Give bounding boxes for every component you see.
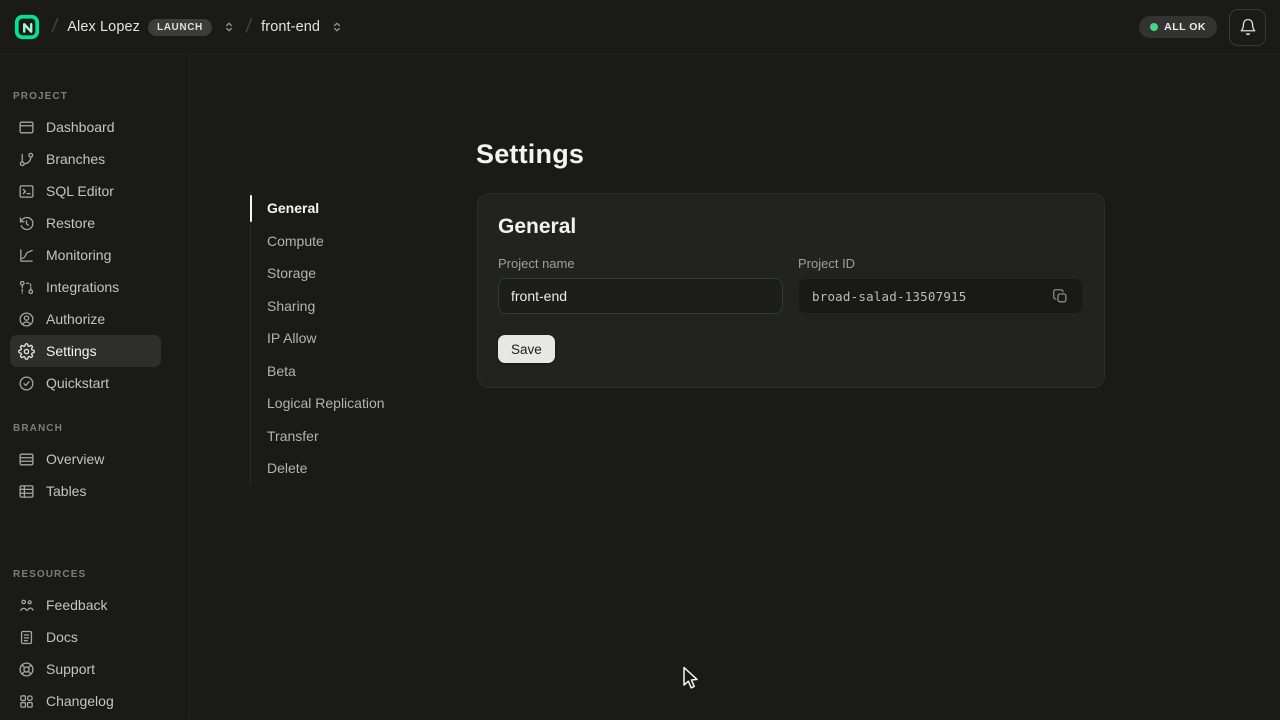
sidebar-item-label: Integrations	[46, 279, 119, 295]
top-bar: / Alex Lopez LAUNCH / front-end ALL OK	[0, 0, 1280, 55]
main-content: Settings General Compute Storage Sharing…	[190, 55, 1280, 719]
subnav-item-transfer[interactable]: Transfer	[251, 420, 405, 453]
page-title: Settings	[476, 139, 584, 170]
settings-icon	[18, 343, 35, 360]
project-id-label: Project ID	[798, 256, 1083, 271]
bell-icon	[1239, 18, 1257, 36]
copy-icon	[1052, 288, 1069, 305]
sidebar-item-monitoring[interactable]: Monitoring	[10, 239, 161, 271]
sidebar-section-project: PROJECT Dashboard Branches SQL Editor Re…	[10, 91, 161, 399]
feedback-icon	[18, 597, 35, 614]
branches-icon	[18, 151, 35, 168]
dashboard-icon	[18, 119, 35, 136]
sidebar-item-label: Settings	[46, 343, 97, 359]
sidebar-item-label: Tables	[46, 483, 86, 499]
org-plan-badge: LAUNCH	[148, 19, 212, 36]
docs-icon	[18, 629, 35, 646]
sidebar-item-label: Feedback	[46, 597, 107, 613]
sidebar-item-support[interactable]: Support	[10, 653, 161, 685]
overview-icon	[18, 451, 35, 468]
sidebar-item-label: Support	[46, 661, 95, 677]
sidebar-section-title: RESOURCES	[10, 569, 161, 580]
support-icon	[18, 661, 35, 678]
sidebar-item-tables[interactable]: Tables	[10, 475, 161, 507]
save-button[interactable]: Save	[498, 335, 555, 363]
authorize-icon	[18, 311, 35, 328]
sidebar-item-feedback[interactable]: Feedback	[10, 589, 161, 621]
subnav-item-sharing[interactable]: Sharing	[251, 290, 405, 323]
sidebar: PROJECT Dashboard Branches SQL Editor Re…	[0, 55, 190, 719]
project-id-box: broad-salad-13507915	[798, 278, 1083, 314]
sidebar-item-label: Quickstart	[46, 375, 109, 391]
project-name-field: Project name	[498, 256, 783, 314]
sidebar-item-docs[interactable]: Docs	[10, 621, 161, 653]
card-title: General	[498, 215, 1084, 239]
project-id-field: Project ID broad-salad-13507915	[798, 256, 1083, 314]
general-settings-card: General Project name Project ID broad-sa…	[477, 193, 1105, 388]
sidebar-item-label: Docs	[46, 629, 78, 645]
status-dot-icon	[1150, 23, 1158, 31]
sidebar-item-dashboard[interactable]: Dashboard	[10, 111, 161, 143]
breadcrumb-slash: /	[50, 16, 58, 38]
quickstart-icon	[18, 375, 35, 392]
org-name: Alex Lopez	[67, 19, 140, 35]
status-label: ALL OK	[1164, 21, 1206, 33]
breadcrumb-slash: /	[244, 16, 252, 38]
subnav-item-ip-allow[interactable]: IP Allow	[251, 322, 405, 355]
sidebar-item-branches[interactable]: Branches	[10, 143, 161, 175]
sidebar-section-title: BRANCH	[10, 423, 161, 434]
notifications-button[interactable]	[1229, 9, 1266, 46]
subnav-item-beta[interactable]: Beta	[251, 355, 405, 388]
subnav-item-delete[interactable]: Delete	[251, 452, 405, 485]
sidebar-item-quickstart[interactable]: Quickstart	[10, 367, 161, 399]
changelog-icon	[18, 693, 35, 710]
subnav-item-general[interactable]: General	[251, 192, 405, 225]
org-switcher[interactable]: Alex Lopez LAUNCH	[67, 19, 236, 36]
sql-editor-icon	[18, 183, 35, 200]
neon-logo[interactable]	[12, 12, 42, 42]
sidebar-item-label: Overview	[46, 451, 104, 467]
sidebar-item-settings[interactable]: Settings	[10, 335, 161, 367]
sidebar-section-branch: BRANCH Overview Tables	[10, 423, 161, 507]
chevron-up-down-icon	[330, 19, 344, 35]
sidebar-item-label: Authorize	[46, 311, 105, 327]
copy-project-id-button[interactable]	[1049, 285, 1072, 308]
project-id-value: broad-salad-13507915	[812, 289, 967, 304]
system-status-badge[interactable]: ALL OK	[1139, 16, 1217, 38]
sidebar-item-label: Restore	[46, 215, 95, 231]
chevron-up-down-icon	[222, 19, 236, 35]
project-switcher[interactable]: front-end	[261, 19, 344, 35]
sidebar-item-overview[interactable]: Overview	[10, 443, 161, 475]
project-name: front-end	[261, 19, 320, 35]
settings-subnav: General Compute Storage Sharing IP Allow…	[250, 192, 405, 485]
sidebar-item-changelog[interactable]: Changelog	[10, 685, 161, 717]
sidebar-section-title: PROJECT	[10, 91, 161, 102]
sidebar-item-label: Branches	[46, 151, 105, 167]
sidebar-item-label: SQL Editor	[46, 183, 114, 199]
monitoring-icon	[18, 247, 35, 264]
project-name-input[interactable]	[498, 278, 783, 314]
restore-icon	[18, 215, 35, 232]
sidebar-item-integrations[interactable]: Integrations	[10, 271, 161, 303]
project-name-label: Project name	[498, 256, 783, 271]
sidebar-item-label: Monitoring	[46, 247, 111, 263]
sidebar-item-label: Dashboard	[46, 119, 115, 135]
subnav-item-storage[interactable]: Storage	[251, 257, 405, 290]
tables-icon	[18, 483, 35, 500]
mouse-cursor	[682, 666, 704, 692]
sidebar-item-label: Changelog	[46, 693, 114, 709]
sidebar-item-sql-editor[interactable]: SQL Editor	[10, 175, 161, 207]
subnav-item-logical-replication[interactable]: Logical Replication	[251, 387, 405, 420]
sidebar-item-restore[interactable]: Restore	[10, 207, 161, 239]
sidebar-section-resources: RESOURCES Feedback Docs Support Changelo…	[10, 569, 161, 717]
subnav-item-compute[interactable]: Compute	[251, 225, 405, 258]
sidebar-item-authorize[interactable]: Authorize	[10, 303, 161, 335]
integrations-icon	[18, 279, 35, 296]
